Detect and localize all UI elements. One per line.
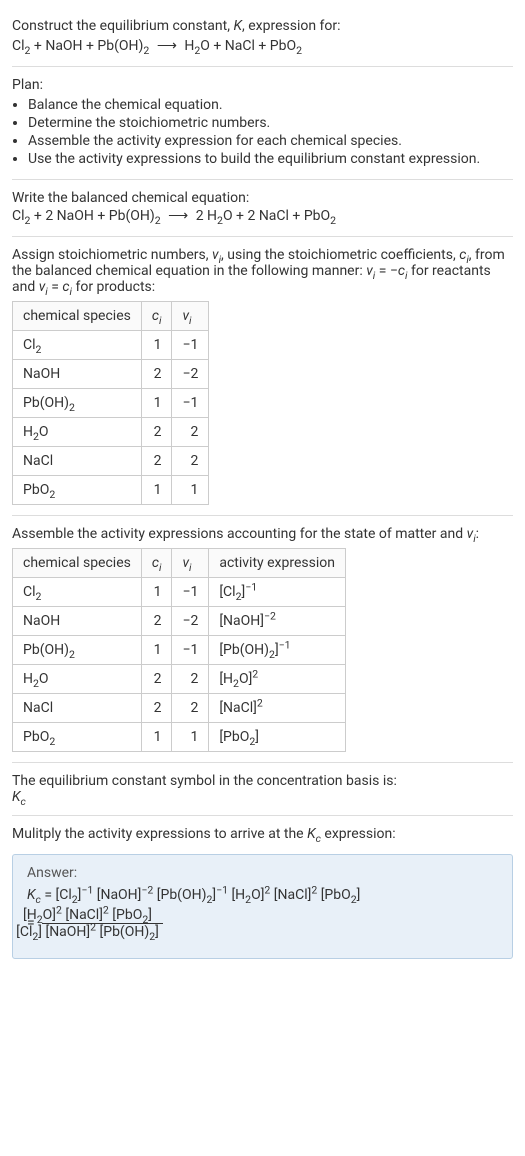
cell-c: 2 xyxy=(141,447,172,476)
plan-item: Assemble the activity expression for eac… xyxy=(28,133,513,149)
col-species: chemical species xyxy=(13,302,142,331)
cell-species: PbO2 xyxy=(13,476,142,505)
answer-line-1: Kc = [Cl2]−1 [NaOH]−2 [Pb(OH)2]−1 [H2O]2… xyxy=(57,887,498,903)
activity-section: Assemble the activity expressions accoun… xyxy=(12,516,513,763)
col-ci: ci xyxy=(141,549,172,578)
cell-c: 1 xyxy=(141,578,172,607)
plan-label: Plan: xyxy=(12,77,513,93)
question-title: Construct the equilibrium constant, K, e… xyxy=(12,18,513,34)
cell-species: NaCl xyxy=(13,694,142,723)
cell-c: 2 xyxy=(141,694,172,723)
table-header-row: chemical species ci νi xyxy=(13,302,209,331)
balanced-label: Write the balanced chemical equation: xyxy=(12,190,513,206)
activity-intro: Assemble the activity expressions accoun… xyxy=(12,526,513,542)
table-row: PbO211[PbO2] xyxy=(13,723,346,752)
answer-fraction: [H2O]2 [NaCl]2 [PbO2] [Cl2] [NaOH]2 [Pb(… xyxy=(42,907,163,940)
table-row: Pb(OH)21−1 xyxy=(13,389,209,418)
cell-species: NaOH xyxy=(13,607,142,636)
stoich-table: chemical species ci νi Cl21−1 NaOH2−2 Pb… xyxy=(12,301,209,505)
cell-species: PbO2 xyxy=(13,723,142,752)
symbol-value: Kc xyxy=(12,789,513,805)
cell-v: 2 xyxy=(172,665,209,694)
cell-v: −2 xyxy=(172,607,209,636)
table-row: NaCl22[NaCl]2 xyxy=(13,694,346,723)
cell-species: NaOH xyxy=(13,360,142,389)
cell-activity: [NaOH]−2 xyxy=(209,607,346,636)
cell-species: NaCl xyxy=(13,447,142,476)
cell-c: 1 xyxy=(141,636,172,665)
table-row: Pb(OH)21−1[Pb(OH)2]−1 xyxy=(13,636,346,665)
cell-c: 1 xyxy=(141,476,172,505)
plan-item: Use the activity expressions to build th… xyxy=(28,151,513,167)
cell-species: Pb(OH)2 xyxy=(13,636,142,665)
cell-v: −1 xyxy=(172,331,209,360)
stoich-section: Assign stoichiometric numbers, νi, using… xyxy=(12,237,513,516)
table-row: NaCl22 xyxy=(13,447,209,476)
table-row: NaOH2−2 xyxy=(13,360,209,389)
stoich-intro: Assign stoichiometric numbers, νi, using… xyxy=(12,247,513,295)
cell-c: 2 xyxy=(141,665,172,694)
cell-activity: [H2O]2 xyxy=(209,665,346,694)
table-row: NaOH2−2[NaOH]−2 xyxy=(13,607,346,636)
cell-v: 2 xyxy=(172,694,209,723)
multiply-section: Mulitply the activity expressions to arr… xyxy=(12,816,513,846)
plan-section: Plan: Balance the chemical equation. Det… xyxy=(12,67,513,180)
cell-species: H2O xyxy=(13,665,142,694)
cell-c: 2 xyxy=(141,360,172,389)
fraction-denominator: [Cl2] [NaOH]2 [Pb(OH)2] xyxy=(42,923,163,940)
answer-line-2: = [H2O]2 [NaCl]2 [PbO2] [Cl2] [NaOH]2 [P… xyxy=(57,907,498,940)
col-vi: νi xyxy=(172,302,209,331)
cell-activity: [PbO2] xyxy=(209,723,346,752)
plan-item: Balance the chemical equation. xyxy=(28,97,513,113)
table-row: Cl21−1 xyxy=(13,331,209,360)
cell-activity: [Pb(OH)2]−1 xyxy=(209,636,346,665)
question-section: Construct the equilibrium constant, K, e… xyxy=(12,8,513,67)
cell-species: H2O xyxy=(13,418,142,447)
cell-c: 2 xyxy=(141,607,172,636)
cell-species: Cl2 xyxy=(13,331,142,360)
cell-v: −1 xyxy=(172,578,209,607)
cell-v: −2 xyxy=(172,360,209,389)
col-species: chemical species xyxy=(13,549,142,578)
cell-c: 1 xyxy=(141,331,172,360)
plan-list: Balance the chemical equation. Determine… xyxy=(12,97,513,167)
symbol-label: The equilibrium constant symbol in the c… xyxy=(12,773,513,789)
question-reaction: Cl2 + NaOH + Pb(OH)2 ⟶ H2O + NaCl + PbO2 xyxy=(12,38,513,54)
col-vi: νi xyxy=(172,549,209,578)
plan-item: Determine the stoichiometric numbers. xyxy=(28,115,513,131)
symbol-section: The equilibrium constant symbol in the c… xyxy=(12,763,513,816)
fraction-numerator: [H2O]2 [NaCl]2 [PbO2] xyxy=(42,907,163,923)
col-ci: ci xyxy=(141,302,172,331)
cell-c: 1 xyxy=(141,723,172,752)
cell-v: −1 xyxy=(172,636,209,665)
cell-v: 2 xyxy=(172,447,209,476)
table-header-row: chemical species ci νi activity expressi… xyxy=(13,549,346,578)
cell-v: −1 xyxy=(172,389,209,418)
cell-v: 2 xyxy=(172,418,209,447)
col-activity: activity expression xyxy=(209,549,346,578)
table-row: H2O22[H2O]2 xyxy=(13,665,346,694)
multiply-label: Mulitply the activity expressions to arr… xyxy=(12,826,513,842)
cell-c: 2 xyxy=(141,418,172,447)
cell-v: 1 xyxy=(172,723,209,752)
cell-species: Pb(OH)2 xyxy=(13,389,142,418)
table-row: H2O22 xyxy=(13,418,209,447)
cell-c: 1 xyxy=(141,389,172,418)
table-row: Cl21−1[Cl2]−1 xyxy=(13,578,346,607)
balanced-reaction: Cl2 + 2 NaOH + Pb(OH)2 ⟶ 2 H2O + 2 NaCl … xyxy=(12,208,513,224)
cell-activity: [NaCl]2 xyxy=(209,694,346,723)
answer-label: Answer: xyxy=(27,865,498,881)
balanced-section: Write the balanced chemical equation: Cl… xyxy=(12,180,513,237)
answer-box: Answer: Kc = [Cl2]−1 [NaOH]−2 [Pb(OH)2]−… xyxy=(12,854,513,959)
cell-v: 1 xyxy=(172,476,209,505)
cell-species: Cl2 xyxy=(13,578,142,607)
cell-activity: [Cl2]−1 xyxy=(209,578,346,607)
activity-table: chemical species ci νi activity expressi… xyxy=(12,548,346,752)
table-row: PbO211 xyxy=(13,476,209,505)
